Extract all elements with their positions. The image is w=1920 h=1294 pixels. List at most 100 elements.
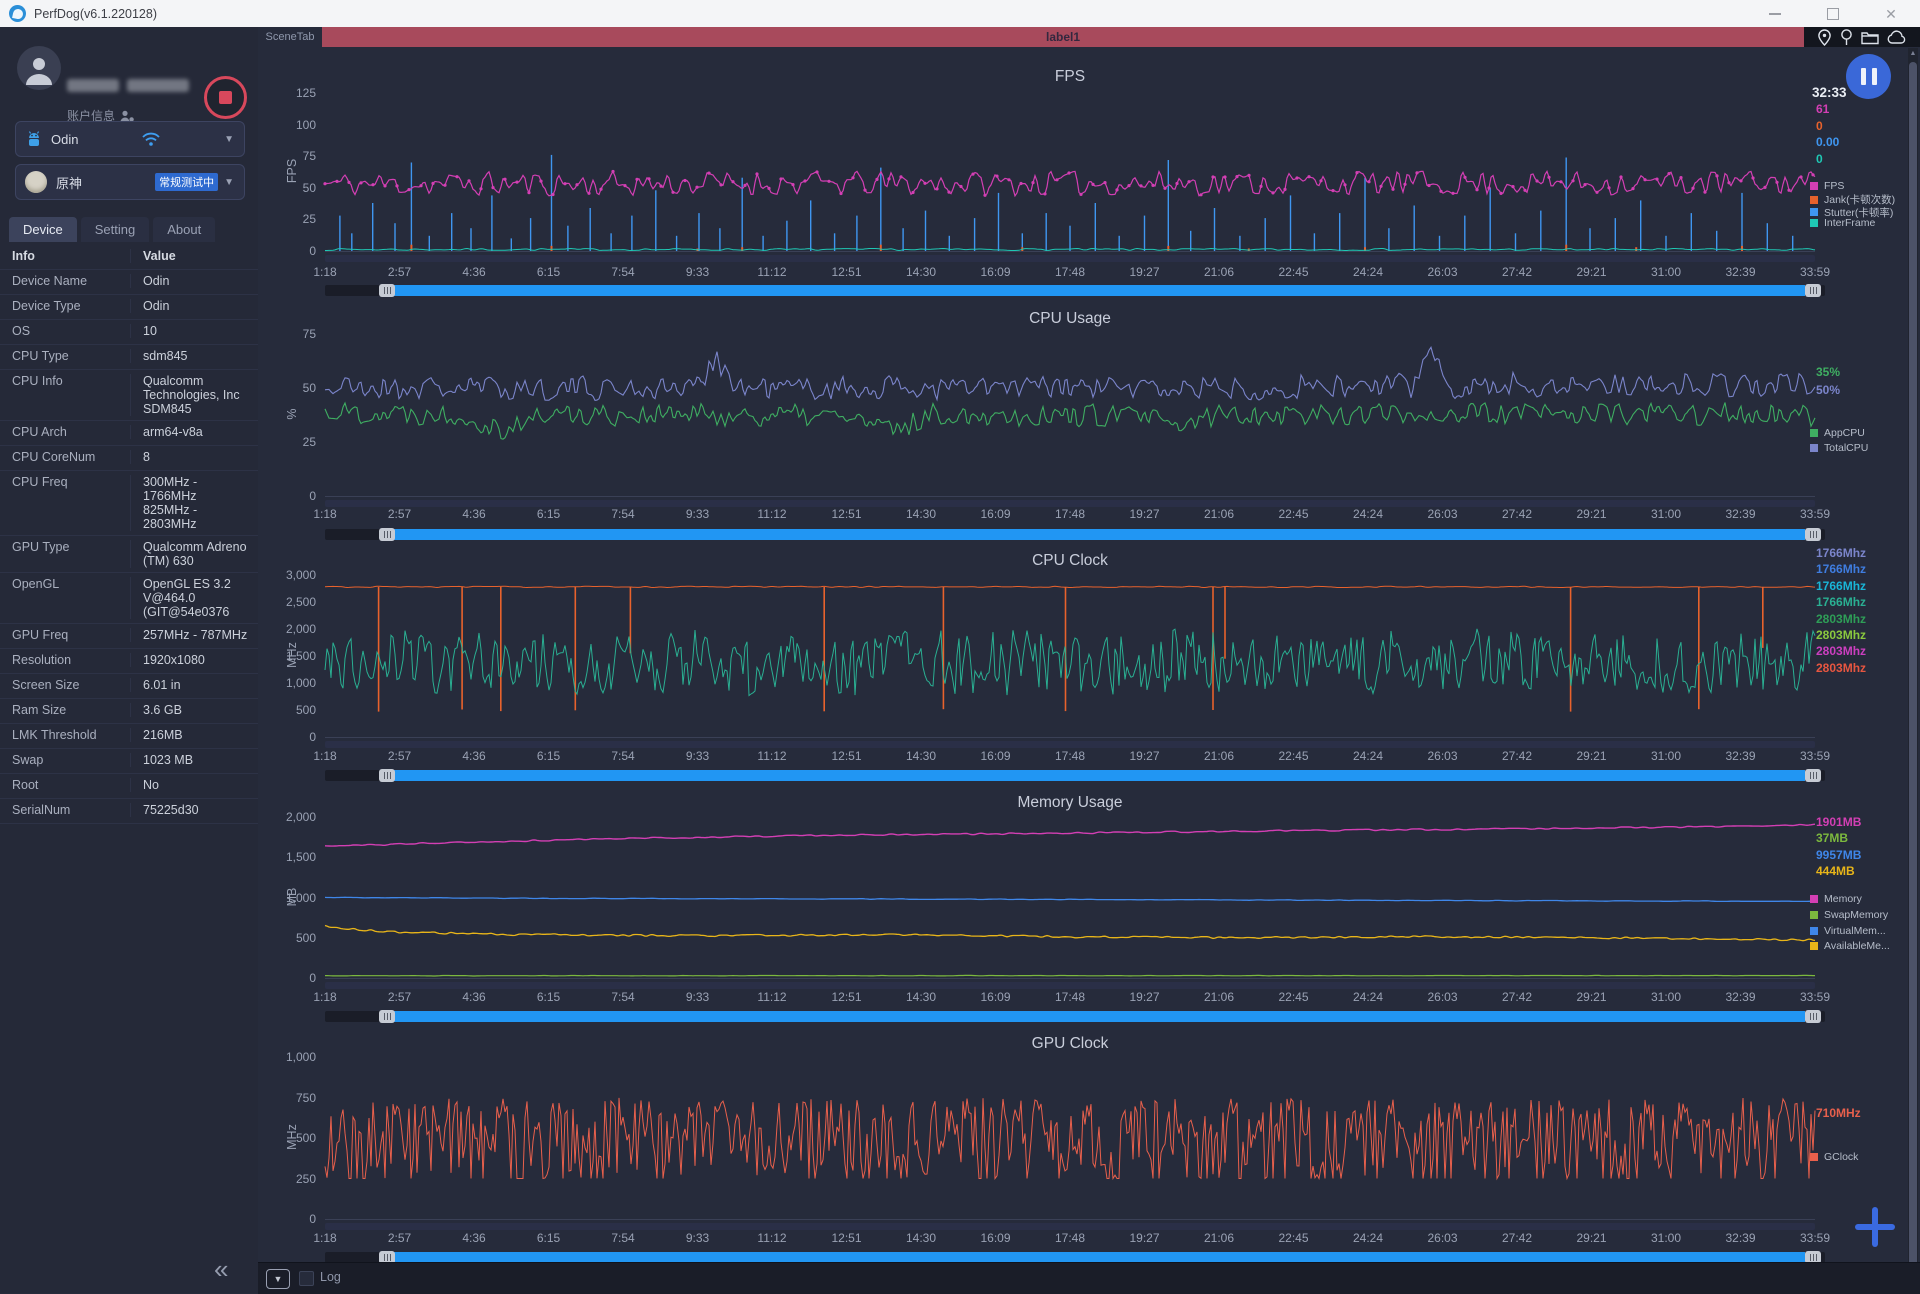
minimize-button[interactable] xyxy=(1746,0,1804,27)
slider-handle-right[interactable] xyxy=(1805,1010,1821,1023)
slider-handle-right[interactable] xyxy=(1805,284,1821,297)
time-tick: 4:36 xyxy=(462,990,486,1004)
time-tick: 31:00 xyxy=(1650,507,1682,521)
tab-scene[interactable]: SceneTab xyxy=(258,27,322,47)
table-row: CPU Type sdm845 xyxy=(0,345,258,370)
vertical-scrollbar[interactable]: ▲ ▼ xyxy=(1908,48,1918,1289)
chart-fps-plot[interactable] xyxy=(323,93,1816,255)
time-tick: 24:24 xyxy=(1352,1231,1384,1245)
chart-cpuclock-plot[interactable] xyxy=(324,575,1816,741)
device-selector[interactable]: Odin ▼ xyxy=(15,121,245,157)
info-cell: Swap xyxy=(12,753,44,767)
time-tick: 14:30 xyxy=(905,990,937,1004)
time-tick: 27:42 xyxy=(1501,749,1533,763)
current-value-mem: 9957MB xyxy=(1816,847,1862,862)
cloud-icon[interactable] xyxy=(1887,30,1906,44)
slider-range[interactable] xyxy=(391,285,1805,296)
y-tick-label: 0 xyxy=(309,489,316,503)
y-axis-label-gpu: MHz xyxy=(285,1124,299,1150)
slider-handle-right[interactable] xyxy=(1805,528,1821,541)
location-pin-icon[interactable] xyxy=(1817,28,1832,46)
slider-handle-right[interactable] xyxy=(1805,769,1821,782)
chart-gpu-plot[interactable] xyxy=(324,1057,1816,1223)
slider-handle-left[interactable] xyxy=(379,1010,395,1023)
y-tick-label: 2,000 xyxy=(285,810,316,824)
axis-minimap-strip xyxy=(325,1223,1815,1230)
legend-item[interactable]: SwapMemory xyxy=(1810,909,1888,921)
chart-scrollbar[interactable] xyxy=(325,528,1825,541)
chart-scrollbar[interactable] xyxy=(325,769,1825,782)
info-cell: SerialNum xyxy=(12,803,71,817)
perfdog-logo xyxy=(9,5,26,22)
time-tick: 4:36 xyxy=(462,1231,486,1245)
legend-swatch xyxy=(1810,195,1818,204)
user-name-redacted xyxy=(127,79,189,92)
scene-label-bar[interactable]: label1 xyxy=(322,27,1804,47)
time-tick: 6:15 xyxy=(536,507,561,521)
time-tick: 29:21 xyxy=(1576,507,1607,521)
slider-range[interactable] xyxy=(391,1011,1805,1022)
collapse-sidebar-icon[interactable]: « xyxy=(214,1256,228,1282)
table-row: CPU Info Qualcomm Technologies, Inc SDM84… xyxy=(0,370,258,421)
time-tick: 29:21 xyxy=(1576,1231,1607,1245)
tab-device[interactable]: Device xyxy=(9,217,77,242)
y-tick-label: 3,000 xyxy=(285,568,316,582)
chart-scrollbar[interactable] xyxy=(325,1010,1825,1023)
axis-minimap-strip xyxy=(325,255,1815,262)
current-value-cpuclock: 1766Mhz xyxy=(1816,562,1867,577)
slider-handle-left[interactable] xyxy=(379,528,395,541)
time-tick: 6:15 xyxy=(536,1231,561,1245)
time-tick: 7:54 xyxy=(611,990,635,1004)
legend-item[interactable]: VirtualMem... xyxy=(1810,925,1886,937)
legend-item[interactable]: Memory xyxy=(1810,893,1862,905)
stop-record-button[interactable] xyxy=(204,76,247,119)
y-tick-label: 100 xyxy=(295,117,316,132)
time-tick: 19:27 xyxy=(1129,507,1160,521)
legend-item[interactable]: AvailableMe... xyxy=(1810,940,1890,952)
expand-log-button[interactable]: ▼ xyxy=(266,1269,290,1289)
user-avatar[interactable] xyxy=(17,46,61,90)
balloon-pin-icon[interactable] xyxy=(1840,28,1853,46)
scroll-up-icon[interactable]: ▲ xyxy=(1908,48,1918,60)
app-selector[interactable]: 原神 常规测试中 ▼ xyxy=(15,164,245,200)
time-tick: 33:59 xyxy=(1799,1231,1831,1245)
legend-item[interactable]: TotalCPU xyxy=(1810,442,1868,454)
time-tick: 7:54 xyxy=(611,507,635,521)
table-row: Resolution 1920x1080 xyxy=(0,649,258,674)
user-name-redacted xyxy=(67,79,119,92)
slider-handle-left[interactable] xyxy=(379,769,395,782)
legend-item[interactable]: GClock xyxy=(1810,1151,1858,1163)
folder-icon[interactable] xyxy=(1861,30,1879,45)
time-tick: 33:59 xyxy=(1799,507,1831,521)
time-tick: 21:06 xyxy=(1203,749,1235,763)
y-tick-label: 0 xyxy=(309,730,316,744)
legend-item[interactable]: AppCPU xyxy=(1810,427,1865,439)
table-row: Device Type Odin xyxy=(0,295,258,320)
slider-handle-left[interactable] xyxy=(379,284,395,297)
time-tick: 32:39 xyxy=(1725,265,1756,279)
time-tick: 9:33 xyxy=(685,507,710,521)
time-tick: 21:06 xyxy=(1203,1231,1235,1245)
log-checkbox[interactable] xyxy=(299,1271,314,1286)
current-value-gpu: 710MHz xyxy=(1816,1106,1861,1120)
pause-button[interactable] xyxy=(1846,54,1891,99)
maximize-button[interactable] xyxy=(1804,0,1862,27)
legend-item[interactable]: InterFrame xyxy=(1810,217,1875,229)
scrollbar-thumb[interactable] xyxy=(1909,62,1917,1272)
chart-scrollbar[interactable] xyxy=(325,284,1825,297)
time-tick: 26:03 xyxy=(1427,507,1458,521)
y-tick-label: 75 xyxy=(302,327,316,341)
close-button[interactable]: ✕ xyxy=(1862,0,1920,27)
chart-cpu-plot[interactable] xyxy=(324,334,1816,500)
tab-about[interactable]: About xyxy=(153,217,216,242)
legend-item[interactable]: FPS xyxy=(1810,180,1844,192)
add-chart-button[interactable] xyxy=(1855,1207,1895,1247)
info-cell: CPU CoreNum xyxy=(12,450,96,464)
time-tick: 2:57 xyxy=(387,990,412,1004)
time-tick: 24:24 xyxy=(1352,507,1384,521)
chart-mem-plot[interactable] xyxy=(324,817,1816,982)
legend-label: InterFrame xyxy=(1824,217,1876,230)
slider-range[interactable] xyxy=(391,529,1805,540)
tab-setting[interactable]: Setting xyxy=(80,217,150,242)
slider-range[interactable] xyxy=(391,770,1805,781)
